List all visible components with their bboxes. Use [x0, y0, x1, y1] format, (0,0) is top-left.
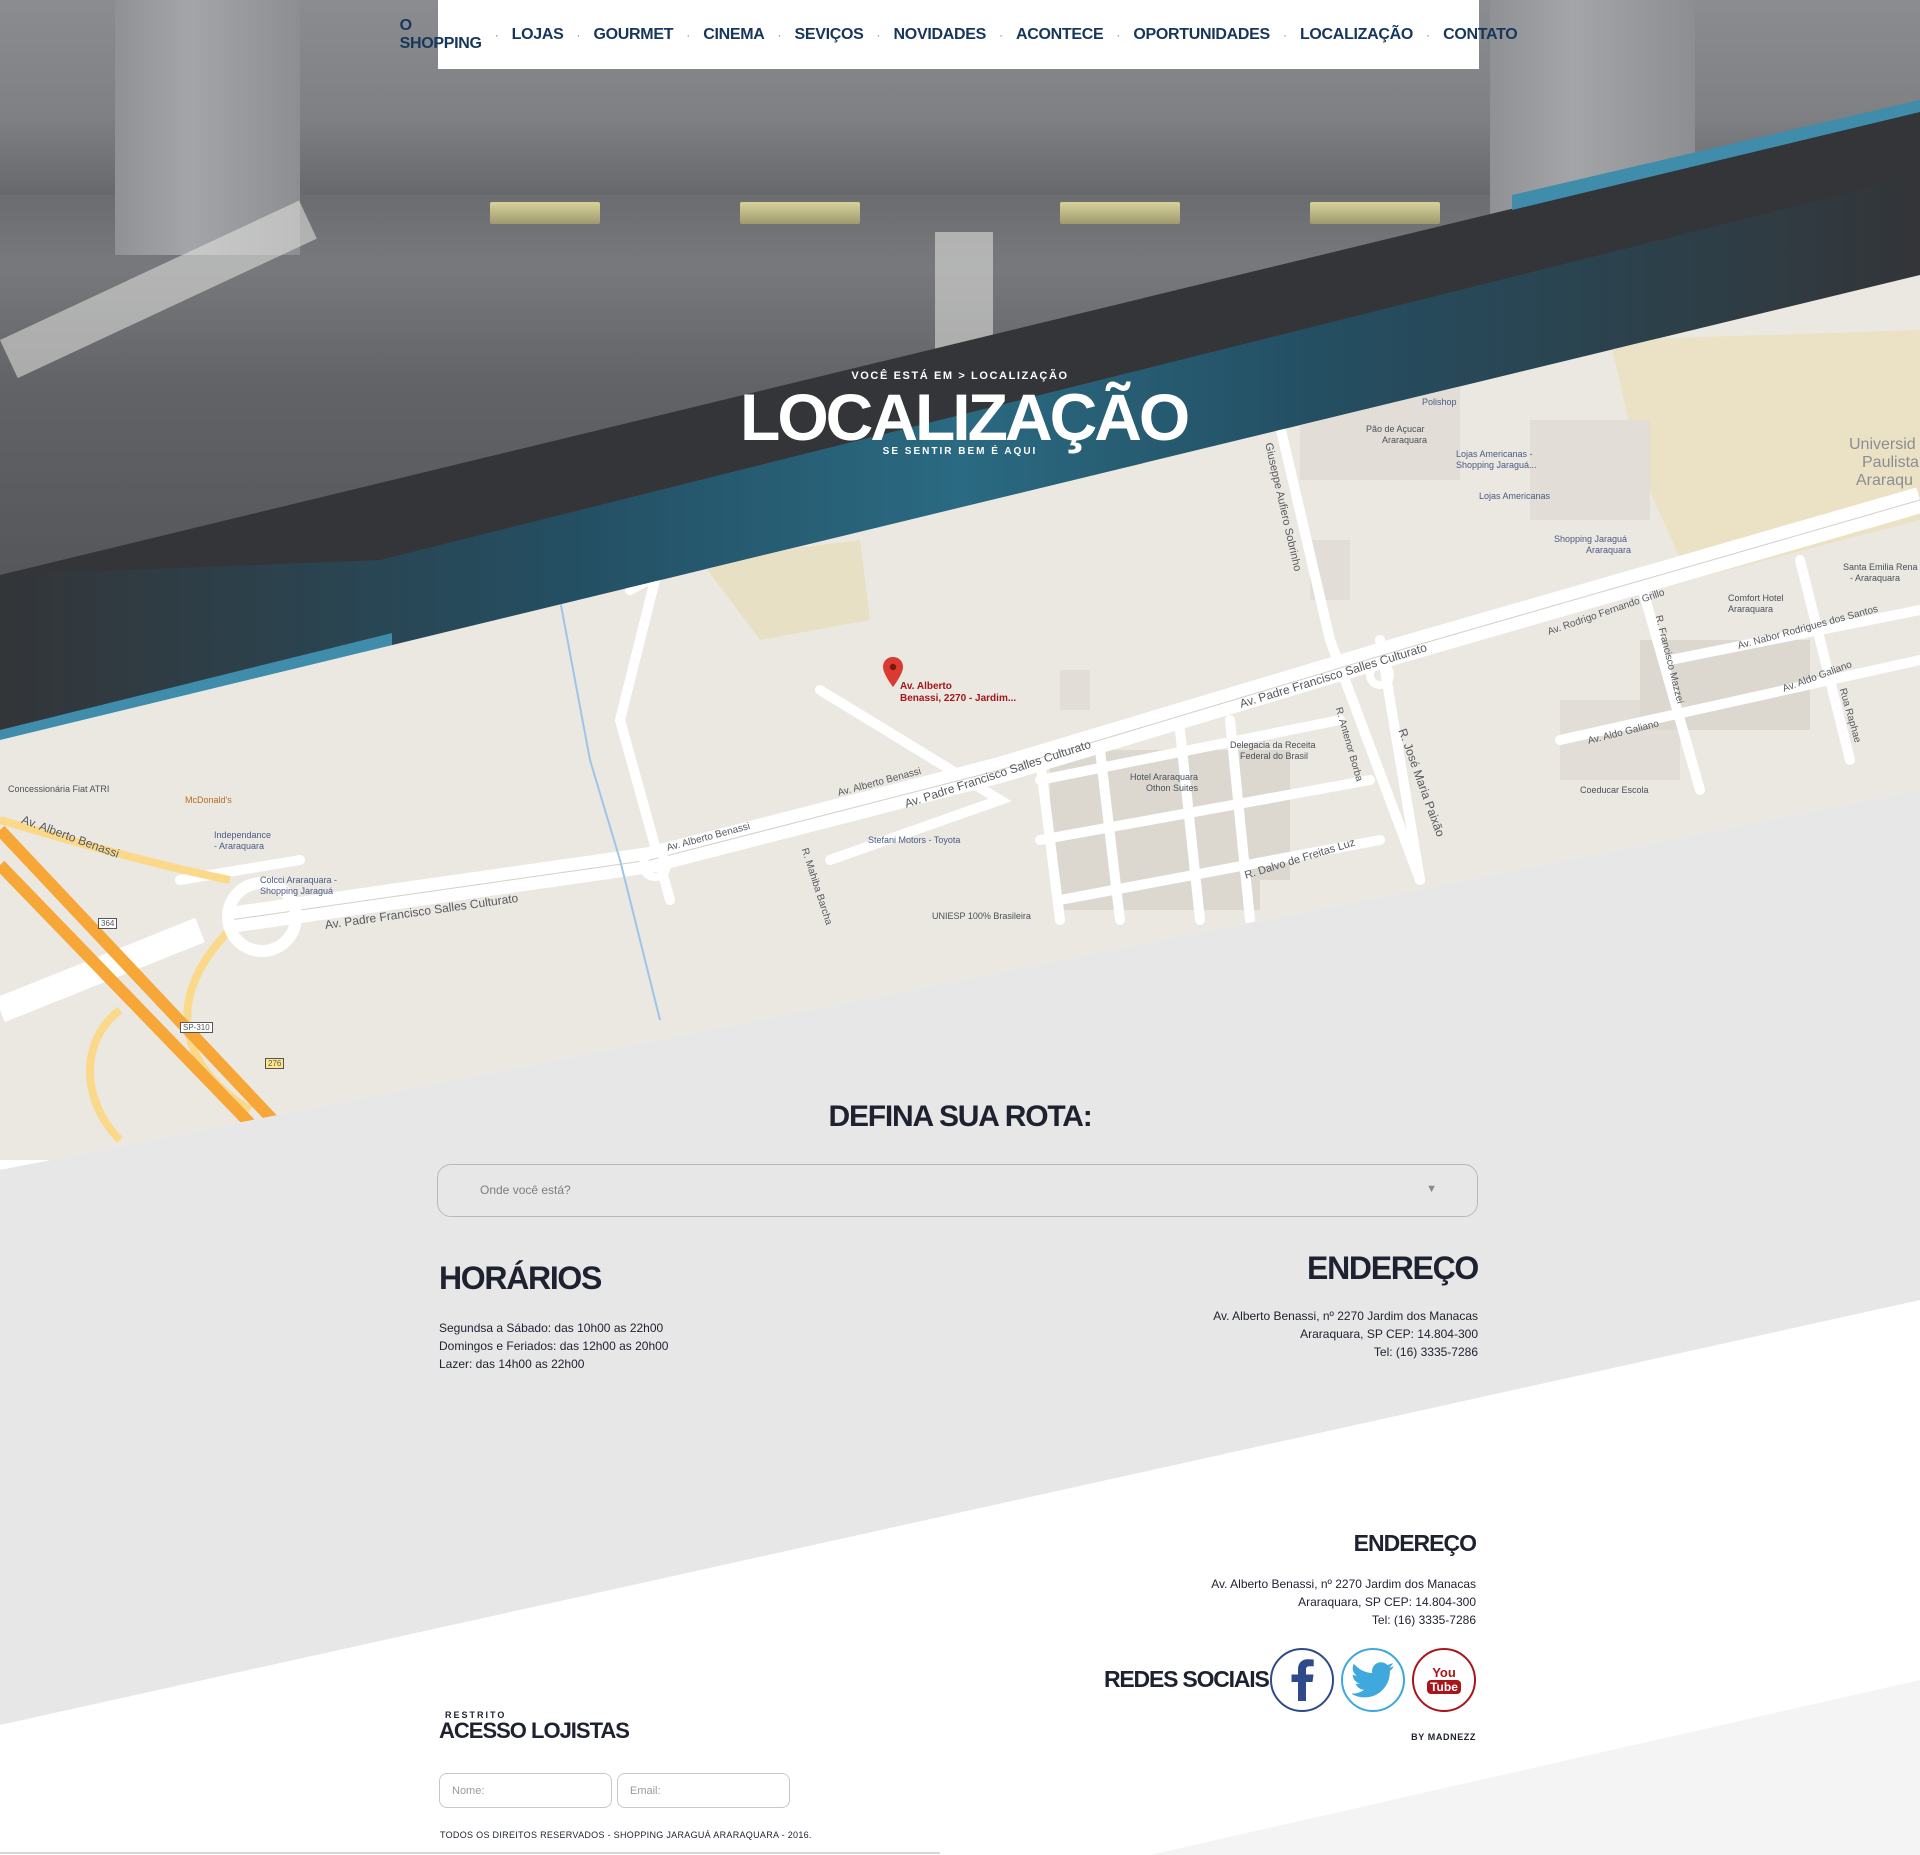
address-line: Av. Alberto Benassi, nº 2270 Jardim dos … [1213, 1309, 1478, 1323]
facebook-button[interactable] [1270, 1648, 1334, 1712]
hours-title: HORÁRIOS [439, 1260, 602, 1296]
map-place-label: Araraquara [1728, 604, 1774, 614]
address-title: ENDEREÇO [1307, 1250, 1479, 1286]
hours-line: Segundsa a Sábado: das 10h00 as 22h00 [439, 1321, 664, 1335]
nav-separator: · [777, 27, 782, 42]
shopkeeper-access: RESTRITO ACESSO LOJISTAS [439, 1710, 839, 1808]
address-block: ENDEREÇO Av. Alberto Benassi, nº 2270 Ja… [1077, 1250, 1479, 1361]
credit-link[interactable]: BY MADNEZZ [1300, 1732, 1476, 1742]
map-place-label: Araraquara [1586, 545, 1632, 555]
nav-separator: · [1426, 27, 1431, 42]
map-place-label: Santa Emilia Rena [1843, 562, 1918, 572]
map-place-label: Lojas Americanas [1479, 491, 1551, 501]
nav-separator: · [1116, 27, 1121, 42]
map-place-label: Shopping Jaraguá... [1456, 460, 1537, 470]
social-links: REDES SOCIAIS You Tube [1100, 1648, 1476, 1712]
section-background [0, 790, 1920, 1855]
nav-item-gourmet[interactable]: GOURMET [594, 26, 674, 44]
page-header: VOCÊ ESTÁ EM > LOCALIZAÇÃO LOCALIZAÇÃO S… [740, 370, 1190, 457]
map-place-label: Delegacia da Receita [1230, 740, 1316, 750]
facebook-icon [1291, 1659, 1314, 1701]
map-place-label: Shopping Jaraguá [1554, 534, 1628, 544]
nav-item-novidades[interactable]: NOVIDADES [894, 26, 987, 44]
footer-address-block: ENDEREÇO Av. Alberto Benassi, nº 2270 Ja… [1076, 1530, 1477, 1629]
map-place-label: Lojas Americanas - [1456, 449, 1533, 459]
nav-separator: · [1282, 27, 1287, 42]
nav-item-lojas[interactable]: LOJAS [512, 26, 564, 44]
footer-address-line: Av. Alberto Benassi, nº 2270 Jardim dos … [1211, 1577, 1476, 1591]
nav-item-servicos[interactable]: SEVIÇOS [795, 26, 864, 44]
map-place-label: - Araraquara [1850, 573, 1901, 583]
main-nav: O SHOPPING · LOJAS · GOURMET · CINEMA · … [400, 0, 1518, 69]
twitter-button[interactable] [1341, 1648, 1405, 1712]
nav-item-contato[interactable]: CONTATO [1443, 26, 1518, 44]
page-title: LOCALIZAÇÃO [740, 380, 1190, 454]
nav-separator: · [998, 27, 1003, 42]
map-pin-label: Av. Alberto Benassi, 2270 - Jardim... [900, 681, 1016, 705]
map-place-label: Araraquara [1382, 435, 1428, 445]
map-place-label: Comfort Hotel [1728, 593, 1784, 603]
map-place-label: Pão de Açucar [1366, 424, 1425, 434]
route-title: DEFINA SUA ROTA: [828, 1100, 1092, 1133]
nav-separator: · [876, 27, 881, 42]
twitter-icon [1352, 1662, 1394, 1698]
youtube-logo-text: You [1432, 1665, 1456, 1680]
nav-separator: · [576, 27, 581, 42]
nav-item-cinema[interactable]: CINEMA [703, 26, 765, 44]
footer-address-phone: Tel: (16) 3335-7286 [1371, 1613, 1476, 1627]
hours-line: Domingos e Feriados: das 12h00 as 20h00 [439, 1339, 669, 1353]
hours-line: Lazer: das 14h00 as 22h00 [439, 1357, 585, 1371]
address-line: Araraquara, SP CEP: 14.804-300 [1300, 1327, 1478, 1341]
footer-address-line: Araraquara, SP CEP: 14.804-300 [1298, 1595, 1476, 1609]
map-pin-label-line: Benassi, 2270 - Jardim... [900, 693, 1017, 704]
route-origin-select[interactable]: Onde você está? ▼ [437, 1164, 1478, 1217]
address-phone: Tel: (16) 3335-7286 [1373, 1345, 1478, 1359]
footer-divider [0, 1852, 940, 1854]
youtube-logo-text: Tube [1427, 1680, 1461, 1694]
map-pin-label-line: Av. Alberto [900, 681, 952, 692]
nav-item-acontece[interactable]: ACONTECE [1016, 26, 1104, 44]
map-place-label: Paulista [1862, 454, 1919, 471]
nav-separator: · [494, 27, 499, 42]
email-input[interactable] [617, 1773, 790, 1808]
map-place-label: Araraqu [1856, 472, 1913, 489]
youtube-icon: You Tube [1427, 1666, 1461, 1694]
nav-item-localizacao[interactable]: LOCALIZAÇÃO [1300, 26, 1413, 44]
name-input[interactable] [439, 1773, 612, 1808]
map-place-label: Federal do Brasil [1240, 751, 1309, 761]
chevron-down-icon: ▼ [1426, 1183, 1437, 1195]
nav-separator: · [686, 27, 691, 42]
map-place-label: Universid [1849, 436, 1916, 453]
youtube-button[interactable]: You Tube [1412, 1648, 1476, 1712]
copyright: TODOS OS DIREITOS RESERVADOS - SHOPPING … [440, 1830, 812, 1840]
nav-item-oportunidades[interactable]: OPORTUNIDADES [1133, 26, 1270, 44]
social-title: REDES SOCIAIS [1104, 1666, 1270, 1692]
hours-block: HORÁRIOS Segundsa a Sábado: das 10h00 as… [439, 1260, 839, 1373]
nav-item-o-shopping[interactable]: O SHOPPING [400, 17, 482, 53]
route-origin-placeholder: Onde você está? [480, 1183, 571, 1197]
access-title: ACESSO LOJISTAS [439, 1718, 630, 1743]
map-place-label: Polishop [1422, 397, 1457, 407]
footer-address-title: ENDEREÇO [1353, 1530, 1477, 1556]
access-form [439, 1773, 799, 1809]
